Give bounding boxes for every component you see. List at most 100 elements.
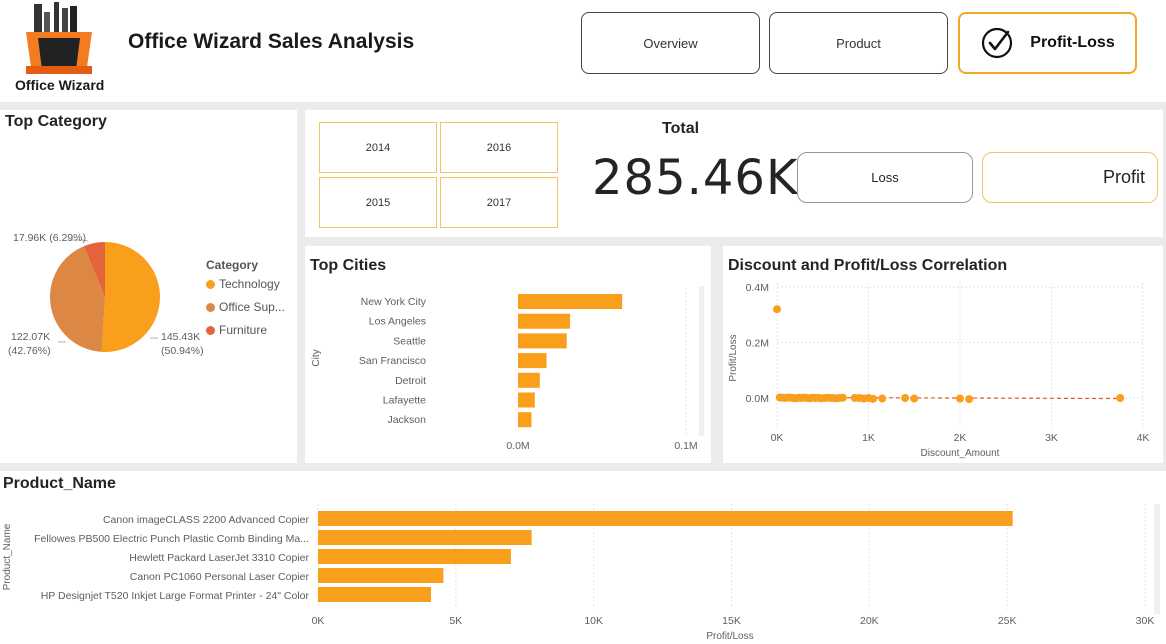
- city-bar: [518, 294, 623, 309]
- city-label: New York City: [361, 296, 427, 308]
- scatter-x-tick: 3K: [1045, 432, 1058, 444]
- product-x-tick: 15K: [722, 615, 741, 627]
- legend-item-technology[interactable]: Technology: [206, 277, 280, 291]
- profit-button[interactable]: Profit: [982, 152, 1158, 203]
- product-bar: [318, 568, 444, 583]
- scatter-point: [965, 395, 974, 404]
- city-bar: [518, 313, 571, 329]
- cities-y-axis-label: City: [311, 349, 322, 366]
- check-circle-icon: [982, 27, 1013, 59]
- product-x-axis-label: Profit/Loss: [706, 631, 753, 642]
- product-scrollbar[interactable]: [1154, 504, 1160, 614]
- product-x-tick: 20K: [860, 615, 879, 627]
- legend-item-furniture[interactable]: Furniture: [206, 323, 267, 337]
- pie-label-office-supplies-value: 122.07K: [11, 331, 50, 343]
- year-slicer-2014[interactable]: 2014: [319, 122, 437, 173]
- scatter-y-tick: 0.0M: [746, 393, 769, 405]
- pie-label-office-supplies-pct: (42.76%): [8, 345, 51, 357]
- pie-label-technology-pct: (50.94%): [161, 345, 204, 357]
- cities-scrollbar[interactable]: [699, 286, 704, 436]
- nav-profit-loss-label: Profit-Loss: [1030, 34, 1115, 51]
- cities-x-tick: 0.1M: [674, 440, 697, 452]
- scatter-x-tick: 4K: [1137, 432, 1150, 444]
- product-label: Canon imageCLASS 2200 Advanced Copier: [103, 514, 310, 526]
- product-x-tick: 25K: [998, 615, 1017, 627]
- product-label: Fellowes PB500 Electric Punch Plastic Co…: [34, 533, 309, 545]
- cities-x-tick: 0.0M: [506, 440, 529, 452]
- legend-label: Technology: [219, 277, 280, 291]
- product-label: Canon PC1060 Personal Laser Copier: [130, 571, 310, 583]
- scatter-point: [878, 394, 887, 403]
- year-slicer-2016[interactable]: 2016: [440, 122, 558, 173]
- logo-text: Office Wizard: [15, 77, 105, 93]
- city-bar: [518, 333, 567, 349]
- year-label: 2015: [365, 196, 391, 209]
- scatter-y-tick: 0.2M: [746, 338, 769, 350]
- scatter-x-tick: 1K: [862, 432, 875, 444]
- scatter-point: [956, 394, 964, 403]
- legend-dot: [206, 279, 215, 289]
- pie-label-furniture: 17.96K (6.29%): [13, 232, 86, 244]
- product-bar: [318, 587, 432, 602]
- city-label: Jackson: [387, 414, 426, 426]
- kpi-label: Total: [662, 120, 700, 137]
- nav-profit-loss-button[interactable]: Profit-Loss: [958, 12, 1137, 74]
- loss-label: Loss: [871, 170, 899, 185]
- year-label: 2014: [365, 141, 391, 154]
- product-bar: [318, 511, 1013, 526]
- pie-label-technology-value: 145.43K: [161, 331, 200, 343]
- top-cities-bar-chart: City New York City Los Angeles Seattle San …: [311, 286, 704, 452]
- year-slicer-2017[interactable]: 2017: [440, 177, 558, 228]
- city-bar: [518, 372, 540, 388]
- scatter-x-tick: 0K: [771, 432, 784, 444]
- nav-product-button[interactable]: Product: [769, 12, 948, 74]
- year-label: 2016: [486, 141, 512, 154]
- product-bar-chart: Product_Name Profit/Loss 0K 5K 10K 15K 20K 25…: [2, 504, 1160, 642]
- header-bar: Office Wizard Office Wizard Sales Analys…: [0, 0, 1166, 102]
- year-label: 2017: [486, 196, 512, 209]
- scatter-point: [773, 305, 781, 314]
- profit-label: Profit: [1102, 167, 1145, 187]
- legend-dot: [206, 325, 215, 335]
- scatter-point: [910, 394, 919, 403]
- product-x-tick: 0K: [312, 615, 325, 627]
- scatter-x-axis-label: Discount_Amount: [921, 448, 1000, 459]
- product-x-tick: 30K: [1136, 615, 1155, 627]
- legend-label: Office Sup...: [219, 300, 285, 314]
- city-bar: [518, 353, 547, 369]
- year-slicer-2015[interactable]: 2015: [319, 177, 437, 228]
- legend-title: Category: [206, 258, 259, 272]
- city-bar: [518, 412, 532, 428]
- city-label: Lafayette: [383, 395, 426, 407]
- city-label: Seattle: [393, 335, 426, 347]
- scatter-x-tick: 2K: [954, 432, 967, 444]
- scatter-point: [838, 393, 847, 402]
- scatter-y-tick: 0.4M: [746, 282, 769, 294]
- pie-slice-technology[interactable]: [101, 242, 160, 352]
- scatter-y-axis-label: Profit/Loss: [728, 334, 739, 381]
- top-category-title: Top Category: [5, 113, 107, 130]
- product-label: HP Designjet T520 Inkjet Large Format Pr…: [41, 590, 310, 602]
- product-x-tick: 10K: [584, 615, 603, 627]
- product-y-axis-label: Product_Name: [2, 523, 13, 590]
- page-title: Office Wizard Sales Analysis: [128, 30, 415, 53]
- product-bar: [318, 549, 511, 564]
- nav-overview-button[interactable]: Overview: [581, 12, 760, 74]
- product-bar: [318, 530, 532, 545]
- loss-button[interactable]: Loss: [797, 152, 973, 203]
- city-label: Detroit: [395, 375, 426, 387]
- scatter-point: [869, 394, 878, 403]
- product-label: Hewlett Packard LaserJet 3310 Copier: [129, 552, 309, 564]
- nav-product-label: Product: [836, 35, 881, 51]
- city-label: San Francisco: [359, 355, 426, 367]
- nav-overview-label: Overview: [643, 35, 698, 51]
- product-x-tick: 5K: [449, 615, 462, 627]
- legend-item-office-supplies[interactable]: Office Sup...: [206, 300, 285, 314]
- category-pie-chart: 17.96K (6.29%) 122.07K (42.76%) 145.43K …: [8, 232, 204, 357]
- legend-label: Furniture: [219, 323, 268, 337]
- scatter-point: [901, 394, 910, 402]
- city-label: Los Angeles: [369, 316, 426, 328]
- scatter-point: [1116, 394, 1125, 402]
- city-bar: [518, 392, 535, 408]
- correlation-scatter-chart: Profit/Loss Discount_Amount 0.0M 0.2M 0.4M…: [728, 282, 1150, 459]
